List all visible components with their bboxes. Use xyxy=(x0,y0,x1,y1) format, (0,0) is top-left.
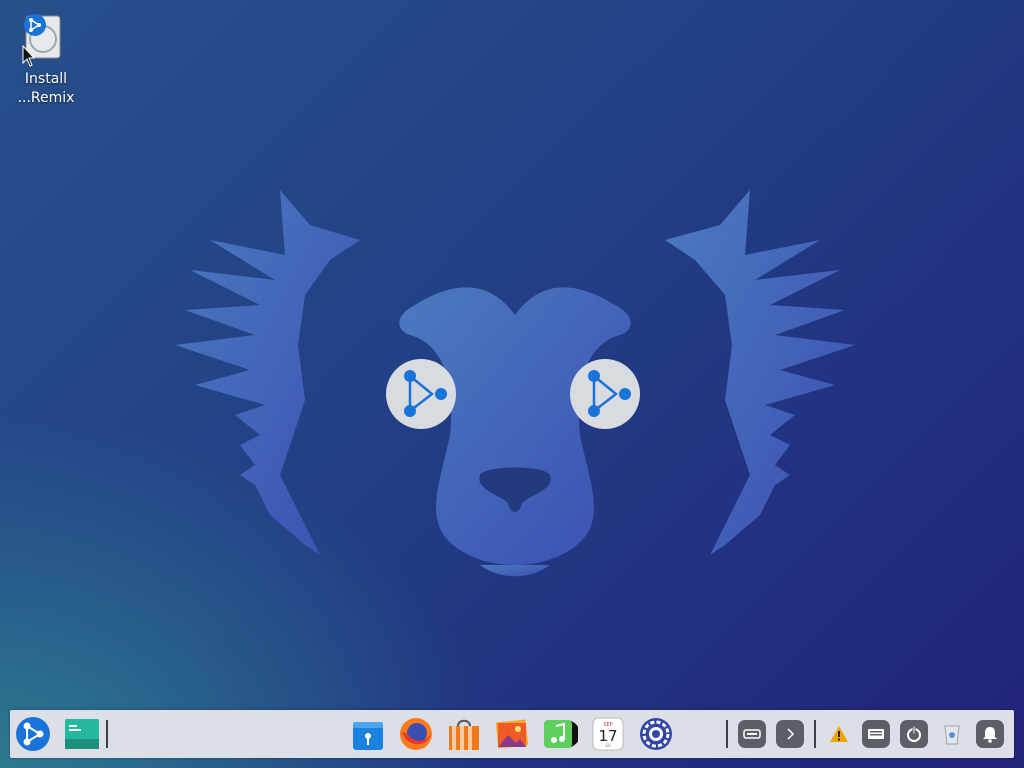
warning-icon[interactable] xyxy=(825,720,853,748)
keyboard-icon[interactable] xyxy=(862,720,890,748)
firefox-icon[interactable] xyxy=(398,716,434,752)
mascot-left-eye xyxy=(386,359,456,429)
desktop-icon-label-line2: ...Remix xyxy=(17,90,75,106)
terminal-icon[interactable] xyxy=(64,716,100,752)
app-store-icon[interactable] xyxy=(446,716,482,752)
dock-separator xyxy=(106,720,108,748)
dock-separator xyxy=(814,720,816,748)
wallpaper-mascot xyxy=(175,190,855,577)
settings-icon[interactable] xyxy=(638,716,674,752)
power-icon[interactable] xyxy=(900,720,928,748)
dock-separator xyxy=(726,720,728,748)
calendar-icon[interactable]: SEP 17 SU xyxy=(590,716,626,752)
desktop-icon-label-line1: Install xyxy=(24,71,68,87)
music-icon[interactable] xyxy=(542,716,578,752)
mascot-right-eye xyxy=(570,359,640,429)
notification-icon[interactable] xyxy=(976,720,1004,748)
photos-icon[interactable] xyxy=(494,716,530,752)
keyboard-toggle-icon[interactable] xyxy=(738,720,766,748)
trash-icon[interactable] xyxy=(938,720,966,748)
remix-launcher-icon[interactable] xyxy=(15,716,51,752)
calendar-weekday: SU xyxy=(605,743,611,748)
file-manager-icon[interactable] xyxy=(350,716,386,752)
expand-tray-icon[interactable] xyxy=(776,720,804,748)
taskbar-dock: SEP 17 SU xyxy=(10,710,1014,758)
mouse-cursor-icon xyxy=(22,45,36,67)
